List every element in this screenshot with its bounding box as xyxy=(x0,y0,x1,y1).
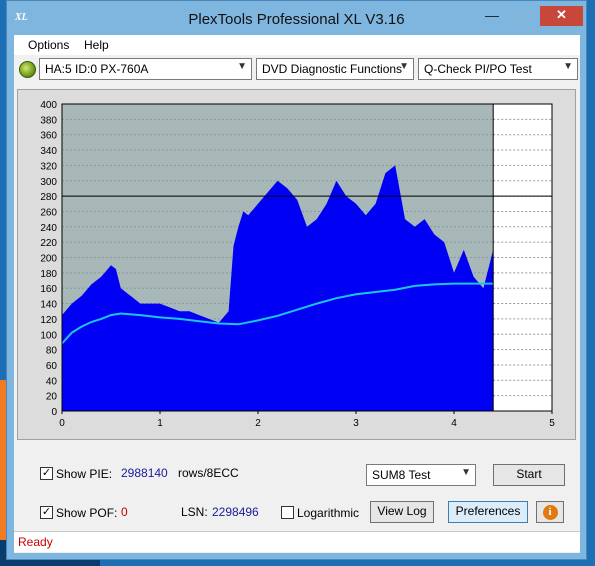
lsn-value: 2298496 xyxy=(212,505,259,519)
y-tick-label: 160 xyxy=(40,284,57,295)
show-pie-checkbox[interactable]: ✓ xyxy=(40,467,53,480)
y-tick-label: 180 xyxy=(40,269,57,280)
x-tick-label: 2 xyxy=(255,418,261,429)
y-tick-label: 120 xyxy=(40,315,57,326)
pof-count-value: 0 xyxy=(121,505,128,519)
close-button[interactable]: ✕ xyxy=(540,6,583,26)
y-tick-label: 60 xyxy=(46,361,58,372)
test-select[interactable]: Q-Check PI/PO Test ▼ xyxy=(418,58,578,80)
y-tick-label: 320 xyxy=(40,161,57,172)
title-bar[interactable]: XL PlexTools Professional XL V3.16 — □ ✕ xyxy=(7,1,586,35)
drive-select[interactable]: HA:5 ID:0 PX-760A ▼ xyxy=(39,58,252,80)
y-tick-label: 380 xyxy=(40,115,57,126)
y-tick-label: 140 xyxy=(40,300,57,311)
x-tick-label: 1 xyxy=(157,418,163,429)
preferences-button[interactable]: Preferences xyxy=(448,501,528,523)
y-tick-label: 200 xyxy=(40,254,57,265)
function-select[interactable]: DVD Diagnostic Functions ▼ xyxy=(256,58,414,80)
info-button[interactable]: i xyxy=(536,501,564,523)
y-tick-label: 260 xyxy=(40,207,57,218)
y-tick-label: 20 xyxy=(46,392,58,403)
start-button[interactable]: Start xyxy=(493,464,565,486)
toolbar: HA:5 ID:0 PX-760A ▼ DVD Diagnostic Funct… xyxy=(14,55,580,83)
drive-select-value: HA:5 ID:0 PX-760A xyxy=(45,62,149,76)
minimize-button[interactable]: — xyxy=(478,6,506,26)
show-pof-checkbox[interactable]: ✓ xyxy=(40,506,53,519)
y-tick-label: 0 xyxy=(51,407,57,418)
rows-unit-label: rows/8ECC xyxy=(178,466,239,480)
y-tick-label: 300 xyxy=(40,177,57,188)
client-area: Options Help HA:5 ID:0 PX-760A ▼ DVD Dia… xyxy=(14,35,580,553)
test-select-value: Q-Check PI/PO Test xyxy=(424,62,532,76)
menu-bar: Options Help xyxy=(14,35,580,55)
show-pie-label: Show PIE: xyxy=(56,467,113,481)
x-tick-label: 0 xyxy=(59,418,65,429)
chart-panel: 0 20 40 60 80 100 120 140 160 180 200 220 240 260 280 3… xyxy=(17,89,576,440)
y-tick-label: 360 xyxy=(40,131,57,142)
chevron-down-icon: ▼ xyxy=(399,61,409,72)
status-bar: Ready xyxy=(14,531,580,552)
drive-status-icon xyxy=(19,61,36,78)
sum-test-select[interactable]: SUM8 Test ▼ xyxy=(366,464,476,486)
info-icon: i xyxy=(542,505,558,520)
view-log-button[interactable]: View Log xyxy=(370,501,434,523)
lsn-label: LSN: xyxy=(181,505,208,519)
y-tick-label: 340 xyxy=(40,146,57,157)
y-tick-label: 220 xyxy=(40,238,57,249)
controls-panel: ✓ Show PIE: 2988140 rows/8ECC SUM8 Test … xyxy=(14,445,580,527)
logarithmic-checkbox[interactable] xyxy=(281,506,294,519)
app-window: XL PlexTools Professional XL V3.16 — □ ✕… xyxy=(6,0,587,560)
chevron-down-icon: ▼ xyxy=(563,61,573,72)
x-tick-label: 5 xyxy=(549,418,555,429)
logarithmic-label: Logarithmic xyxy=(297,506,360,520)
y-tick-label: 240 xyxy=(40,223,57,234)
menu-options[interactable]: Options xyxy=(28,38,69,52)
maximize-button[interactable]: □ xyxy=(509,6,537,26)
pie-count-value: 2988140 xyxy=(121,466,168,480)
chevron-down-icon: ▼ xyxy=(461,467,471,478)
pie-chart: 0204060801001201401601802002202402602803… xyxy=(40,100,555,429)
y-tick-label: 100 xyxy=(40,330,57,341)
y-tick-label: 40 xyxy=(46,376,58,387)
x-tick-label: 3 xyxy=(353,418,359,429)
menu-help[interactable]: Help xyxy=(84,38,109,52)
status-text: Ready xyxy=(18,535,53,549)
show-pof-label: Show POF: xyxy=(56,506,118,520)
function-select-value: DVD Diagnostic Functions xyxy=(262,62,403,76)
x-tick-label: 4 xyxy=(451,418,457,429)
y-tick-label: 400 xyxy=(40,100,57,111)
chevron-down-icon: ▼ xyxy=(237,61,247,72)
y-tick-label: 80 xyxy=(46,346,58,357)
y-tick-label: 280 xyxy=(40,192,57,203)
sum-test-value: SUM8 Test xyxy=(372,468,431,482)
